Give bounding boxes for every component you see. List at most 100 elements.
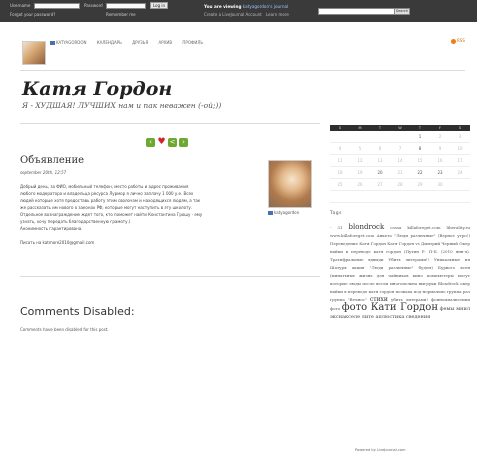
calendar-day: 15: [417, 158, 423, 163]
calendar-day[interactable]: 1: [410, 131, 430, 142]
calendar-week: 11 12 13 14 15 16 17: [330, 155, 470, 167]
viewing-prefix: You are viewing: [204, 4, 242, 9]
userpic-user-link[interactable]: katyagordon: [268, 210, 299, 215]
rss-icon: [451, 38, 456, 44]
calendar-day: 27: [377, 182, 383, 187]
calendar-grid: 1 2 3 4 5 6 7 8 9 10 11 12 13 14 15 16 17 18 19 20 21 22 23 24 2…: [330, 131, 470, 203]
calendar-day: [450, 191, 470, 202]
entry-line: Добрый день, за ФИО, мобильный телефон, …: [20, 184, 189, 189]
calendar-day: 21: [397, 170, 403, 175]
share-icon[interactable]: <: [168, 138, 177, 147]
nav-item-profile[interactable]: Профиль: [182, 40, 203, 45]
calendar-day: [350, 191, 370, 202]
learn-more-link[interactable]: Learn more: [266, 12, 289, 17]
prev-entry-button[interactable]: ‹: [146, 138, 155, 147]
calendar-day: 11: [337, 158, 343, 163]
calendar-day: 16: [437, 158, 443, 163]
password-label: Password: [84, 3, 103, 8]
heart-icon[interactable]: ♥: [157, 138, 166, 147]
next-entry-button[interactable]: ›: [179, 138, 188, 147]
viewing-user-link[interactable]: katyagordon's journal: [243, 4, 288, 9]
journal-nav: katyagordon Календарь Друзья Архив Профи…: [50, 40, 212, 45]
calendar-day: 19: [357, 170, 363, 175]
comments-text: Comments have been disabled for this pos…: [20, 327, 109, 332]
journal-avatar[interactable]: [22, 41, 46, 65]
tag-text[interactable]: cossa killaforeget.com liberality.ru www…: [330, 225, 470, 302]
entry-title[interactable]: Объявление: [20, 155, 84, 166]
calendar-day: 28: [397, 182, 403, 187]
entry-line: людей которые хотя предоставь работу эти…: [20, 198, 201, 203]
create-account-link[interactable]: Create a LiveJournal Account: [204, 12, 262, 17]
calendar-day: [350, 131, 370, 142]
calendar-day: 13: [377, 158, 383, 163]
calendar-day: 29: [417, 182, 423, 187]
calendar-day: 14: [397, 158, 403, 163]
tag-link[interactable]: blondrock: [349, 223, 385, 231]
search-input[interactable]: [318, 8, 406, 15]
nav-item-user[interactable]: katyagordon: [50, 40, 86, 45]
entry-line: же рассказать им нового о законах РФ, ко…: [20, 205, 192, 210]
entry-line: Анонимность гарантирована.: [20, 226, 83, 231]
calendar-day: 7: [398, 146, 402, 151]
calendar-day: 24: [457, 170, 463, 175]
calendar-day: [450, 179, 470, 190]
header-divider: [20, 70, 465, 71]
powered-by[interactable]: Powered by LiveJournal.com: [355, 448, 406, 452]
calendar-day: 17: [457, 158, 463, 163]
calendar-week: 4 5 6 7 8 9 10: [330, 143, 470, 155]
entry-divider: [20, 276, 320, 277]
tag-text: - 31: [330, 225, 343, 230]
entry-gap: [20, 232, 252, 239]
calendar-week: 18 19 20 21 22 23 24: [330, 167, 470, 179]
forgot-password-link[interactable]: Forgot your password?: [10, 12, 55, 17]
nav-item-friends[interactable]: Друзья: [132, 40, 148, 45]
rss-link[interactable]: RSS: [451, 38, 465, 44]
calendar-day: 2: [438, 134, 442, 139]
password-input[interactable]: [106, 3, 146, 9]
username-label: Username: [10, 3, 31, 8]
title-divider: [20, 123, 320, 124]
calendar-day: [390, 131, 410, 142]
entry-line: Отдельное вознаграждение ждет того, кто …: [20, 212, 203, 217]
calendar-day: 26: [357, 182, 363, 187]
calendar-day: [430, 191, 450, 202]
lj-topbar: Username Password Log in Forgot your pas…: [0, 0, 477, 22]
calendar-day: 9: [438, 146, 442, 151]
calendar-day[interactable]: 23: [430, 167, 450, 178]
entry-line: узнать, хочу передать благодарственную г…: [20, 219, 131, 224]
calendar-day: 12: [357, 158, 363, 163]
remember-me-checkbox[interactable]: Remember me: [106, 12, 136, 17]
calendar-day[interactable]: 22: [410, 167, 430, 178]
nav-item-calendar[interactable]: Календарь: [97, 40, 122, 45]
calendar-week: 1 2 3: [330, 131, 470, 143]
tags-heading: Tags: [330, 211, 342, 216]
calendar-day: 30: [437, 182, 443, 187]
entry-date: september 20th, 12:57: [20, 170, 67, 175]
viewing-label: You are viewing katyagordon's journal: [204, 4, 288, 9]
calendar-day[interactable]: 8: [410, 143, 430, 154]
calendar-day: [410, 191, 430, 202]
username-input[interactable]: [34, 3, 80, 9]
journal-title[interactable]: Катя Гордон: [22, 78, 172, 100]
calendar-day: [390, 191, 410, 202]
comments-title: Comments Disabled:: [20, 305, 135, 318]
calendar-day: 5: [358, 146, 362, 151]
calendar-day: [370, 131, 390, 142]
calendar-day: 25: [337, 182, 343, 187]
create-account-line: Create a LiveJournal Account Learn more: [204, 12, 289, 17]
entry-userpic[interactable]: [268, 160, 312, 208]
tag-cloud: - 31 blondrock cossa killaforeget.com li…: [330, 223, 470, 321]
tag-link[interactable]: фото Кати Гордон: [342, 302, 438, 313]
entry-contact: Писать на katmore2010@gmail.com: [20, 240, 95, 245]
user-icon: [268, 211, 273, 215]
calendar-day: [330, 191, 350, 202]
journal-subtitle: Я - ХУДШАЯ! ЛУЧШИХ нам и пак неважен (-о…: [22, 101, 222, 110]
login-button[interactable]: Log in: [150, 2, 169, 9]
calendar-day: [370, 191, 390, 202]
calendar-day[interactable]: 20: [370, 167, 390, 178]
search-button[interactable]: Search: [394, 8, 410, 15]
calendar-day: 6: [378, 146, 382, 151]
calendar-day: 4: [338, 146, 342, 151]
user-icon: [50, 41, 55, 45]
nav-item-archive[interactable]: Архив: [159, 40, 173, 45]
